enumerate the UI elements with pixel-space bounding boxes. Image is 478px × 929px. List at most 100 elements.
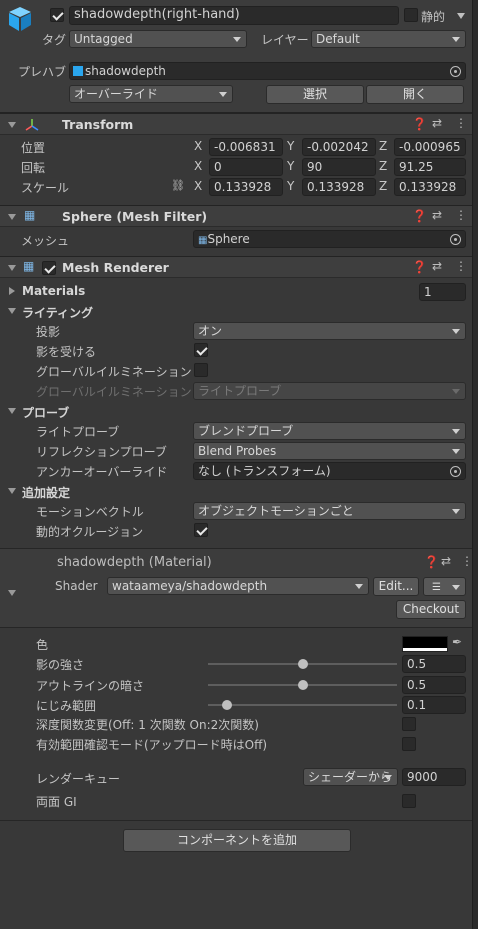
checkout-button[interactable]: Checkout — [396, 600, 466, 619]
position-x-field[interactable]: -0.006831 — [209, 138, 283, 156]
preset-icon[interactable]: ⇄ — [432, 208, 442, 222]
rotation-label: 回転 — [21, 161, 46, 175]
materials-foldout-icon[interactable] — [9, 287, 15, 295]
rotation-x-label[interactable]: X — [194, 159, 202, 173]
edit-shader-button[interactable]: Edit... — [373, 577, 419, 596]
position-y-label[interactable]: Y — [287, 139, 294, 153]
lighting-foldout-icon[interactable] — [8, 308, 16, 314]
select-button[interactable]: 選択 — [266, 85, 364, 104]
position-label: 位置 — [21, 141, 46, 155]
range-check-checkbox[interactable] — [402, 737, 416, 751]
mesh-renderer-enabled-checkbox[interactable] — [42, 261, 56, 275]
prefab-label: プレハブ — [18, 65, 67, 79]
foldout-arrow-icon[interactable] — [8, 265, 16, 271]
outline-darkness-field[interactable]: 0.5 — [402, 676, 466, 694]
transform-header[interactable]: Transform ❓ ⇄ ⋮ — [0, 113, 472, 135]
double-sided-gi-checkbox[interactable] — [402, 794, 416, 808]
additional-settings-foldout-icon[interactable] — [8, 488, 16, 494]
position-z-field[interactable]: -0.000965 — [394, 138, 466, 156]
rotation-y-label[interactable]: Y — [287, 159, 294, 173]
materials-label[interactable]: Materials — [22, 284, 85, 298]
anchor-override-field[interactable]: なし (トランスフォーム) — [193, 462, 466, 480]
help-icon[interactable]: ❓ — [424, 555, 439, 569]
prefab-field[interactable]: shadowdepth — [69, 62, 466, 80]
probes-foldout-icon[interactable] — [8, 408, 16, 414]
help-icon[interactable]: ❓ — [412, 260, 427, 274]
cast-shadows-dropdown[interactable]: オン — [193, 322, 466, 340]
more-menu-icon[interactable]: ⋮ — [455, 116, 467, 130]
gi-disabled-label: グローバルイルミネーション — [36, 385, 192, 399]
add-component-button[interactable]: コンポーネントを追加 — [123, 829, 351, 852]
reflection-probes-dropdown[interactable]: Blend Probes — [193, 442, 466, 460]
mesh-renderer-header[interactable]: ▦ Mesh Renderer ❓ ⇄ ⋮ — [0, 256, 472, 278]
shadow-strength-field[interactable]: 0.5 — [402, 655, 466, 673]
static-dropdown-arrow[interactable] — [457, 13, 465, 19]
help-icon[interactable]: ❓ — [412, 117, 427, 131]
preset-icon[interactable]: ⇄ — [432, 116, 442, 130]
rotation-y-field[interactable]: 90 — [302, 158, 376, 176]
gi-disabled-dropdown: ライトプローブ — [193, 382, 466, 400]
more-menu-icon[interactable]: ⋮ — [455, 259, 467, 273]
constrain-proportions-link-icon[interactable]: ⛓ — [171, 179, 185, 192]
dynamic-occlusion-checkbox[interactable] — [194, 523, 208, 537]
blur-range-field[interactable]: 0.1 — [402, 696, 466, 714]
position-y-field[interactable]: -0.002042 — [302, 138, 376, 156]
blur-range-slider-knob[interactable] — [221, 700, 232, 710]
foldout-arrow-icon[interactable] — [8, 214, 16, 220]
color-swatch[interactable] — [402, 636, 448, 652]
shader-dropdown[interactable]: wataameya/shadowdepth — [107, 577, 369, 595]
object-name-field[interactable]: shadowdepth(right-hand) — [69, 6, 399, 25]
gi-checkbox[interactable] — [194, 363, 208, 377]
light-probes-dropdown[interactable]: ブレンドプローブ — [193, 422, 466, 440]
mesh-filter-header[interactable]: ▦ Sphere (Mesh Filter) ❓ ⇄ ⋮ — [0, 205, 472, 227]
help-icon[interactable]: ❓ — [412, 209, 427, 223]
static-checkbox[interactable] — [404, 8, 418, 22]
position-x-label[interactable]: X — [194, 139, 202, 153]
mesh-renderer-title: Mesh Renderer — [62, 260, 169, 275]
scale-z-label[interactable]: Z — [379, 179, 387, 193]
shadow-strength-slider-knob[interactable] — [297, 659, 308, 669]
preset-icon[interactable]: ⇄ — [432, 259, 442, 273]
depth-function-checkbox[interactable] — [402, 717, 416, 731]
chevron-down-icon — [452, 585, 460, 590]
material-foldout-icon[interactable] — [8, 590, 16, 596]
blur-range-label: にじみ範囲 — [36, 699, 97, 713]
scale-x-label[interactable]: X — [194, 179, 202, 193]
motion-vectors-dropdown[interactable]: オブジェクトモーションごと — [193, 502, 466, 520]
rotation-x-field[interactable]: 0 — [209, 158, 283, 176]
preset-icon[interactable]: ⇄ — [441, 554, 451, 568]
scale-y-field[interactable]: 0.133928 — [302, 178, 376, 196]
shader-options-button[interactable]: ☰ — [423, 577, 466, 596]
additional-settings-label[interactable]: 追加設定 — [22, 484, 70, 501]
receive-shadows-checkbox[interactable] — [194, 343, 208, 357]
layer-dropdown[interactable]: Default — [311, 30, 466, 48]
blur-range-slider-track[interactable] — [208, 704, 397, 706]
object-picker-icon[interactable] — [450, 66, 461, 77]
scale-x-field[interactable]: 0.133928 — [209, 178, 283, 196]
foldout-arrow-icon[interactable] — [8, 122, 16, 128]
position-z-label[interactable]: Z — [379, 139, 387, 153]
scale-label: スケール — [21, 181, 70, 195]
scale-y-label[interactable]: Y — [287, 179, 294, 193]
depth-function-label: 深度関数変更(Off: 1 次関数 On:2次関数) — [36, 718, 259, 732]
object-picker-icon[interactable] — [450, 466, 461, 477]
outline-darkness-slider-knob[interactable] — [297, 680, 308, 690]
rotation-z-label[interactable]: Z — [379, 159, 387, 173]
object-picker-icon[interactable] — [450, 234, 461, 245]
eyedropper-icon[interactable]: ✒ — [452, 635, 462, 649]
gi-label: グローバルイルミネーション — [36, 365, 192, 379]
tag-dropdown[interactable]: Untagged — [69, 30, 247, 48]
render-queue-dropdown[interactable]: シェーダーから — [303, 768, 398, 786]
scrollbar[interactable] — [472, 0, 478, 929]
scale-z-field[interactable]: 0.133928 — [394, 178, 466, 196]
materials-count-field[interactable]: 1 — [419, 283, 466, 301]
active-checkbox[interactable] — [50, 8, 64, 22]
override-dropdown[interactable]: オーバーライド — [69, 85, 233, 103]
probes-label[interactable]: プローブ — [22, 404, 69, 421]
render-queue-field[interactable]: 9000 — [402, 768, 466, 786]
mesh-field[interactable]: ▦Sphere — [193, 230, 466, 248]
lighting-label[interactable]: ライティング — [22, 304, 93, 321]
rotation-z-field[interactable]: 91.25 — [394, 158, 466, 176]
open-button[interactable]: 開く — [366, 85, 464, 104]
more-menu-icon[interactable]: ⋮ — [455, 208, 467, 222]
